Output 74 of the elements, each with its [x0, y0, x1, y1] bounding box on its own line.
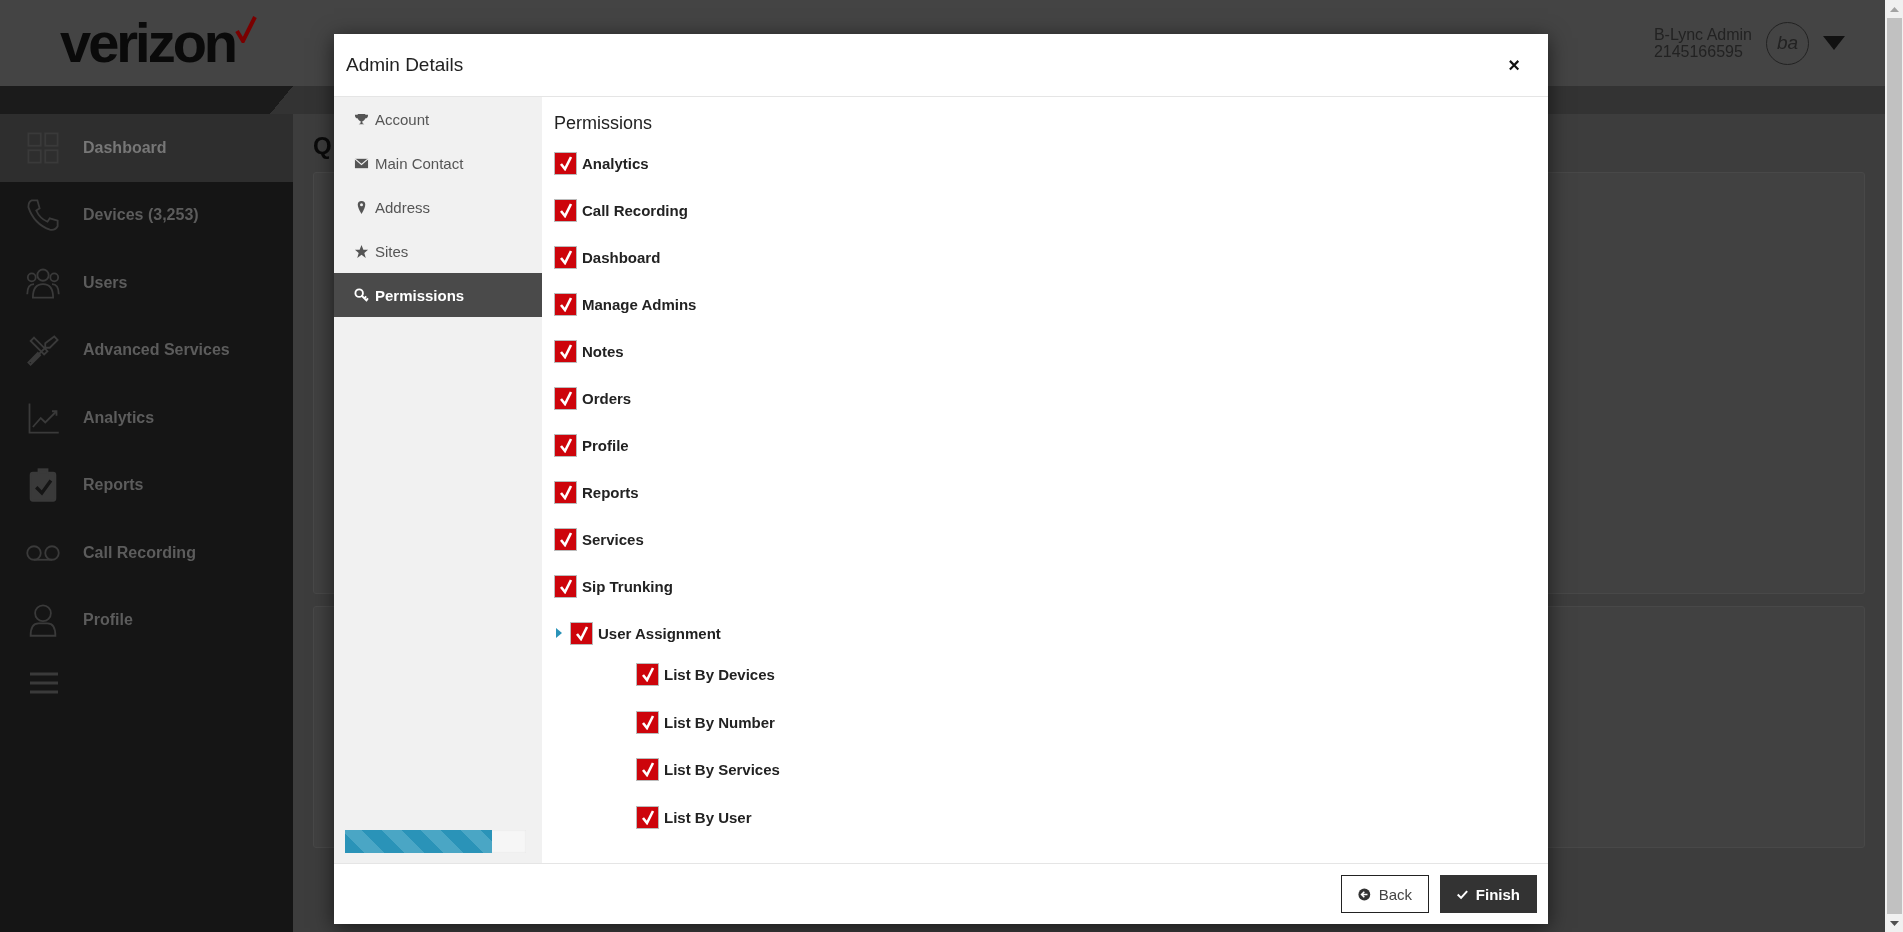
check-icon	[558, 156, 573, 171]
check-icon	[558, 203, 573, 218]
permission-label: Notes	[582, 342, 624, 362]
sidebar-item[interactable]: Advanced Services	[0, 316, 293, 384]
check-icon	[558, 297, 573, 312]
dialog-title: Admin Details	[346, 54, 464, 76]
permission-label: Call Recording	[582, 201, 688, 221]
check-icon	[558, 532, 573, 547]
checkbox[interactable]	[636, 758, 659, 781]
nav-tab[interactable]: Address	[334, 185, 542, 229]
check-icon	[640, 714, 655, 730]
nav-icon	[354, 287, 369, 303]
nav-tab[interactable]: Sites	[334, 229, 542, 273]
checkbox[interactable]	[554, 387, 577, 410]
permission-label: Reports	[582, 483, 639, 503]
checkbox[interactable]	[554, 246, 577, 269]
check-icon	[558, 250, 573, 265]
section-title: Permissions	[554, 113, 654, 134]
checkbox[interactable]	[554, 434, 577, 457]
nav-icon	[354, 155, 369, 171]
permission-label: Profile	[582, 436, 629, 456]
permission-label: List By User	[664, 807, 752, 828]
checkbox[interactable]	[554, 528, 577, 551]
check-icon	[558, 438, 573, 453]
sidebar-item[interactable]: Call Recording	[0, 519, 293, 587]
checkbox[interactable]	[570, 622, 593, 645]
close-button[interactable]: ×	[1504, 53, 1524, 77]
checkbox[interactable]	[636, 663, 659, 686]
check-icon	[640, 667, 655, 682]
nav-icon	[354, 243, 369, 259]
nav-tab[interactable]: Main Contact	[334, 141, 542, 185]
finish-button[interactable]: Finish	[1440, 875, 1537, 913]
nav-icon	[354, 111, 369, 127]
checkbox[interactable]	[636, 710, 659, 734]
permission-label: List By Number	[664, 712, 775, 733]
check-icon	[558, 391, 573, 406]
checkbox[interactable]	[554, 340, 577, 363]
sidebar-item[interactable]: Reports	[0, 451, 293, 519]
checkbox[interactable]	[554, 152, 577, 175]
scrollbar[interactable]	[1885, 0, 1903, 932]
permission-label: List By Services	[664, 760, 780, 780]
permission-label: User Assignment	[598, 624, 721, 644]
check-icon	[640, 762, 655, 777]
expand-toggle-icon[interactable]	[556, 628, 562, 638]
permission-label: Sip Trunking	[582, 577, 673, 597]
check-icon	[558, 579, 573, 594]
nav-tab[interactable]: Account	[334, 97, 542, 141]
checkbox[interactable]	[554, 199, 577, 222]
checkbox[interactable]	[636, 805, 659, 829]
check-icon	[558, 344, 573, 359]
sidebar-item[interactable]: Profile	[0, 586, 293, 654]
sidebar-item[interactable]: Dashboard	[0, 114, 293, 182]
permission-label: Orders	[582, 389, 632, 409]
checkbox[interactable]	[554, 481, 577, 504]
logo-wordmark: verizon	[60, 15, 236, 71]
back-button[interactable]: Back	[1341, 875, 1429, 913]
sidebar-icon	[25, 197, 61, 234]
scroll-down-icon[interactable]	[1889, 920, 1899, 926]
check-icon	[574, 626, 589, 641]
check-icon	[558, 485, 573, 500]
sidebar-item[interactable]: Devices (3,253)	[0, 181, 293, 249]
check-mark-icon	[235, 15, 258, 43]
nav-tab[interactable]: Permissions	[334, 273, 542, 317]
permission-label: Dashboard	[582, 248, 661, 268]
sidebar-icon	[25, 332, 61, 369]
permission-label: List By Devices	[664, 665, 775, 685]
sidebar-item[interactable]: Users	[0, 249, 293, 317]
sidebar-item[interactable]: Analytics	[0, 384, 293, 452]
permission-label: Manage Admins	[582, 295, 697, 315]
permission-label: Services	[582, 530, 644, 550]
checkbox[interactable]	[554, 575, 577, 598]
checkbox[interactable]	[554, 293, 577, 316]
permission-label: Analytics	[582, 154, 649, 174]
check-icon	[640, 809, 655, 825]
